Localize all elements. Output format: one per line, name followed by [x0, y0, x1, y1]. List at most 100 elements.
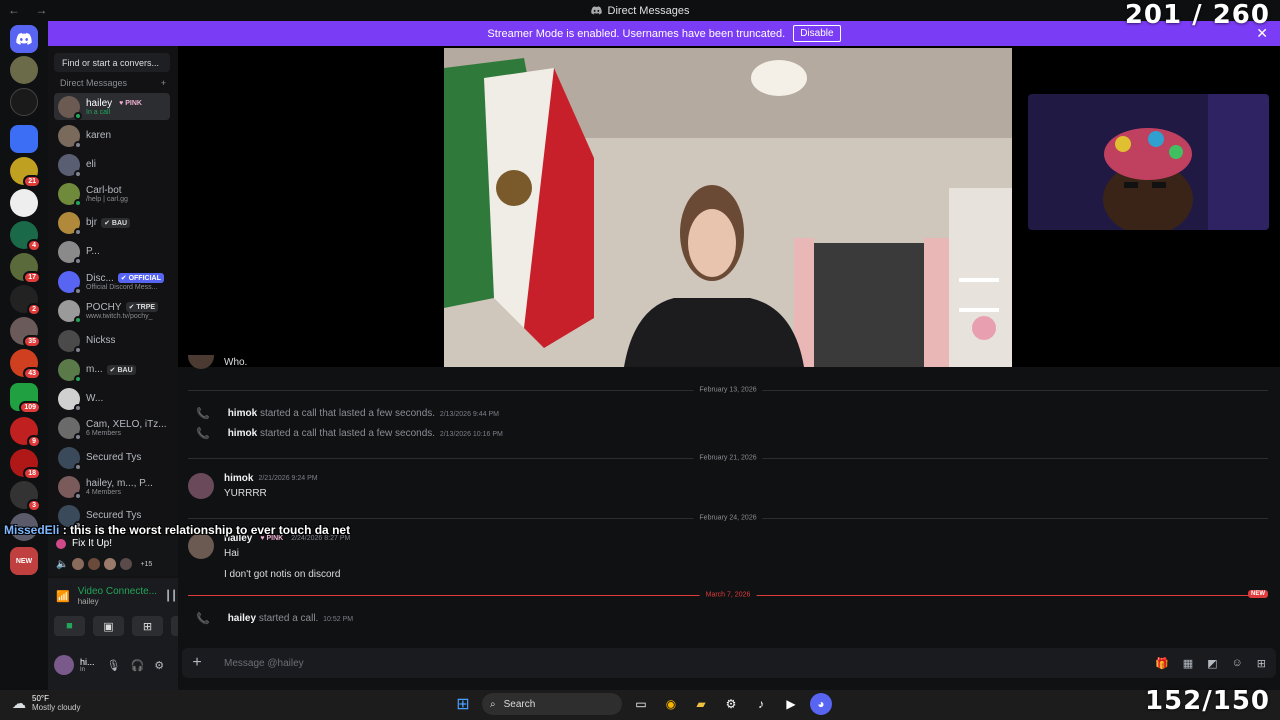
- dm-name: karen: [86, 130, 112, 141]
- partial-message-text: Who.: [224, 356, 248, 368]
- discord-taskbar-icon[interactable]: ◕: [810, 693, 832, 715]
- server-icon[interactable]: 4: [10, 221, 41, 252]
- badge: 9: [27, 435, 41, 448]
- disable-button[interactable]: Disable: [793, 25, 841, 42]
- avatar: [104, 558, 117, 570]
- message-text: YURRRR: [224, 488, 267, 499]
- media-icon[interactable]: ▶: [780, 693, 802, 715]
- server-icon[interactable]: 35: [10, 317, 41, 348]
- video-tile-hailey[interactable]: [444, 48, 1012, 367]
- search-icon: ⌕: [490, 698, 496, 710]
- call-author[interactable]: himok: [228, 408, 257, 419]
- dm-item[interactable]: bjr ✔ BAU: [54, 209, 170, 236]
- dm-item[interactable]: m... ✔ BAU: [54, 356, 170, 383]
- taskbar-search[interactable]: ⌕ Search: [482, 693, 622, 715]
- gift-icon[interactable]: 🎁: [1155, 657, 1169, 670]
- dm-text: POCHY ✔ TRPE www.twitch.tv/pochy_: [86, 302, 159, 320]
- home-discord-icon[interactable]: [10, 25, 38, 53]
- video-tile-self[interactable]: [1028, 94, 1269, 230]
- dm-item[interactable]: karen: [54, 122, 170, 149]
- dm-item[interactable]: Disc... ✔ OFFICIAL Official Discord Mess..…: [54, 268, 170, 295]
- dm-item[interactable]: hailey, m..., P... 4 Members: [54, 473, 170, 500]
- dm-name-row: Carl-bot: [86, 185, 128, 196]
- date-divider: February 21, 2026: [188, 454, 1268, 462]
- dm-item[interactable]: W...: [54, 385, 170, 412]
- message-input[interactable]: Message @hailey: [224, 658, 1155, 669]
- presence-dot: [74, 169, 82, 178]
- app-icon[interactable]: ⚙: [720, 693, 742, 715]
- camera-button[interactable]: ■: [54, 616, 85, 636]
- weather-widget[interactable]: ☁ 50°F Mostly cloudy: [12, 694, 80, 712]
- server-icon[interactable]: [10, 189, 38, 217]
- message: himok 2/21/2026 9:24 PM YURRRR: [188, 473, 318, 499]
- discord-icon: [590, 6, 602, 15]
- attach-plus-icon[interactable]: +: [182, 654, 212, 672]
- emoji-icon[interactable]: ☺: [1232, 657, 1243, 670]
- dm-name: W...: [86, 393, 104, 404]
- dm-search-input[interactable]: Find or start a convers...: [54, 53, 170, 72]
- avatar[interactable]: [188, 473, 214, 499]
- server-icon[interactable]: 18: [10, 449, 41, 480]
- dm-item[interactable]: hailey ♥ PINK In a call: [54, 93, 170, 120]
- dm-item[interactable]: Carl-bot/help | carl.gg: [54, 180, 170, 207]
- gear-icon[interactable]: ⚙: [154, 659, 164, 672]
- weather-desc: Mostly cloudy: [32, 703, 81, 712]
- server-icon[interactable]: [10, 125, 38, 153]
- timestamp: 2/13/2026 9:44 PM: [439, 411, 499, 418]
- timestamp: 10:52 PM: [323, 616, 354, 623]
- avatar: [58, 416, 82, 441]
- participant-count: +15: [140, 560, 153, 568]
- badge: 43: [23, 367, 41, 380]
- message-list: Who. February 13, 2026 📞 himok started a…: [178, 355, 1280, 647]
- dm-name-row: Disc... ✔ OFFICIAL: [86, 273, 164, 284]
- call-event: 📞 hailey started a call. 10:52 PM: [196, 612, 353, 625]
- server-icon[interactable]: 9: [10, 417, 41, 448]
- server-icon[interactable]: [10, 56, 38, 84]
- new-server-icon[interactable]: NEW: [10, 547, 38, 575]
- dm-subtitle: 6 Members: [86, 429, 122, 437]
- chrome-icon[interactable]: ◉: [660, 693, 682, 715]
- server-icon[interactable]: 2: [10, 285, 41, 316]
- call-author[interactable]: himok: [228, 428, 257, 439]
- presence-dot: [74, 286, 82, 295]
- microphone-icon[interactable]: 🎙: [107, 659, 121, 672]
- server-icon[interactable]: 17: [10, 253, 41, 284]
- message-author[interactable]: himok: [224, 473, 253, 484]
- task-view-icon[interactable]: ▭: [630, 693, 652, 715]
- dm-item[interactable]: eli: [54, 151, 170, 178]
- activity-button[interactable]: ⊞: [132, 616, 163, 636]
- dm-item[interactable]: Nickss: [54, 327, 170, 354]
- stream-counter-top: 201 / 260: [1124, 0, 1270, 30]
- apps-icon[interactable]: ⊞: [1257, 657, 1266, 670]
- screen-share-button[interactable]: ▣: [93, 616, 124, 636]
- folder-icon[interactable]: ▰: [690, 693, 712, 715]
- server-icon[interactable]: 21: [10, 157, 41, 188]
- avatar[interactable]: [54, 655, 74, 675]
- windows-start-icon[interactable]: ⊞: [452, 693, 474, 715]
- dm-item[interactable]: P...: [54, 238, 170, 265]
- server-icon[interactable]: [10, 88, 38, 116]
- add-dm-icon[interactable]: +: [161, 78, 166, 88]
- dm-text: Secured Tys: [86, 452, 141, 463]
- dm-item[interactable]: Secured Tys: [54, 444, 170, 471]
- server-icon[interactable]: 43: [10, 349, 41, 380]
- presence-dot: [74, 198, 82, 207]
- server-icon[interactable]: 3: [10, 481, 41, 512]
- speaker-icon: 🔈: [56, 558, 69, 570]
- presence-dot: [74, 345, 82, 354]
- dm-item[interactable]: POCHY ✔ TRPE www.twitch.tv/pochy_: [54, 297, 170, 324]
- presence-dot: [74, 403, 82, 412]
- gif-icon[interactable]: ▦: [1183, 657, 1193, 670]
- server-icon[interactable]: 109: [10, 383, 41, 414]
- call-area: [178, 46, 1280, 367]
- call-author[interactable]: hailey: [228, 613, 256, 624]
- dm-name: hailey, m..., P...: [86, 477, 153, 489]
- dm-item[interactable]: Cam, XELO, iTz... 6 Members: [54, 414, 170, 441]
- activity-row[interactable]: Fix It Up!: [56, 538, 112, 549]
- dm-text: karen: [86, 130, 111, 141]
- sticker-icon[interactable]: ◩: [1207, 657, 1217, 670]
- tiktok-icon[interactable]: ♪: [750, 693, 772, 715]
- nav-arrows[interactable]: ← →: [8, 3, 53, 17]
- date-divider-label: February 21, 2026: [693, 454, 763, 462]
- headphones-icon[interactable]: 🎧: [130, 659, 144, 672]
